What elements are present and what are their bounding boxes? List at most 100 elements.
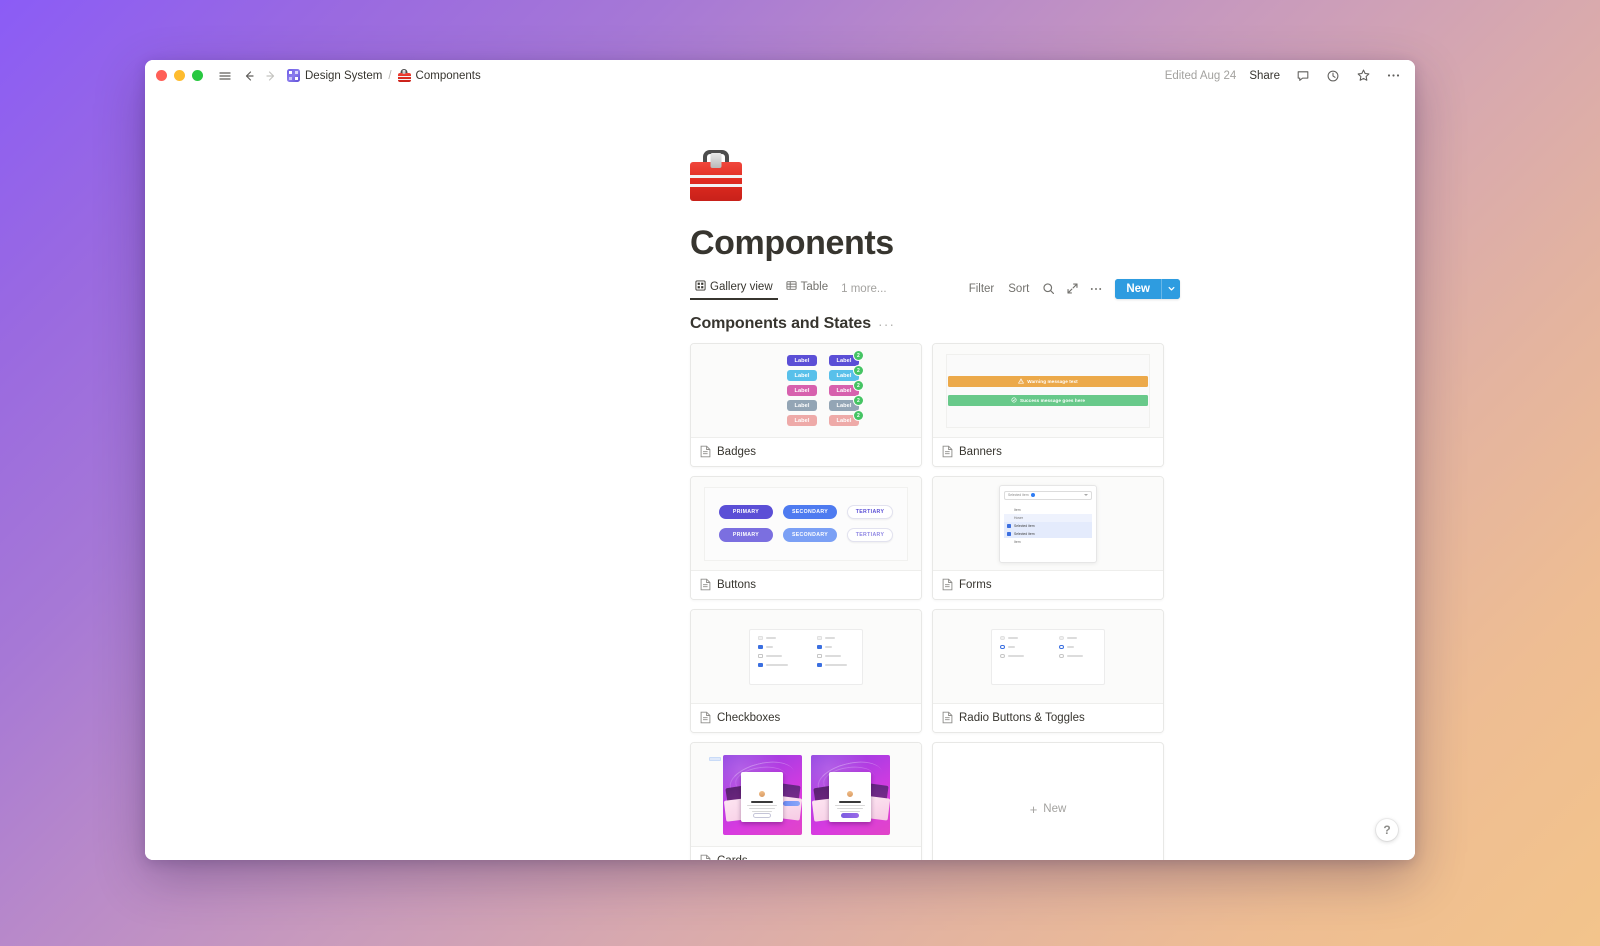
card-mockup-left: [722, 754, 802, 835]
filter-button[interactable]: Filter: [964, 280, 1000, 298]
history-icon[interactable]: [1323, 66, 1343, 86]
warning-triangle-icon: [1018, 378, 1025, 384]
toggle-icon: [1059, 635, 1064, 640]
form-option-label: Hover: [1014, 515, 1024, 520]
checkboxes-artwork: [749, 628, 863, 685]
badge-count-dot: 2: [854, 351, 863, 360]
badge-chip-with-count: Label 2: [829, 381, 863, 396]
banners-artwork: Warning message text Success message goe…: [946, 353, 1150, 428]
page-icon[interactable]: [690, 149, 1180, 201]
checkbox-icon: [758, 635, 763, 640]
form-option: Item: [1004, 506, 1092, 514]
new-button-group: New: [1115, 278, 1180, 299]
group-title[interactable]: Components and States: [690, 315, 871, 333]
more-icon[interactable]: [1086, 279, 1106, 299]
group-header: Components and States ···: [690, 315, 1180, 333]
cards-tag: [709, 756, 721, 761]
gallery-card-forms[interactable]: Selected item Item Hover Selected item S…: [932, 476, 1164, 600]
toggle-on-icon: [1059, 644, 1064, 649]
breadcrumb-item-page[interactable]: Components: [397, 69, 481, 82]
toggle-row: [1059, 635, 1096, 640]
checkbox-row: [758, 662, 795, 667]
sort-button[interactable]: Sort: [1003, 280, 1034, 298]
checkbox-row: [817, 653, 854, 658]
view-actions: Filter Sort New: [964, 278, 1180, 299]
checkbox-checked-icon: [1007, 531, 1011, 536]
secondary-button-sample: SECONDARY: [783, 505, 837, 519]
badge-chip-with-count: Label 2: [829, 396, 863, 411]
page-icon: [700, 578, 711, 591]
breadcrumb: Design System / Components: [287, 69, 481, 82]
checkbox-row: [758, 635, 795, 640]
comment-icon[interactable]: [1293, 66, 1313, 86]
card-title: Checkboxes: [717, 711, 781, 724]
sidebar-menu-icon[interactable]: [215, 66, 235, 86]
help-button[interactable]: ?: [1376, 819, 1398, 841]
badge-chip-label: Label: [836, 417, 852, 424]
page-icon: [700, 711, 711, 724]
checkbox-placeholder: [1007, 540, 1011, 544]
page-title[interactable]: Components: [690, 223, 1180, 263]
primary-button-sample: PRIMARY: [719, 505, 773, 519]
group-menu-icon[interactable]: ···: [878, 317, 895, 331]
gallery-card-checkboxes[interactable]: Checkboxes: [690, 609, 922, 733]
radio-icon: [1000, 635, 1005, 640]
checkbox-checked-icon: [817, 662, 822, 667]
new-gallery-card-button[interactable]: + New: [932, 742, 1164, 860]
tab-table-view[interactable]: Table: [781, 277, 834, 300]
tertiary-button-sample: TERTIARY: [847, 505, 893, 519]
checkbox-column: [817, 635, 854, 678]
gallery-card-radio-buttons[interactable]: Radio Buttons & Toggles: [932, 609, 1164, 733]
checkbox-checked-icon: [758, 644, 763, 649]
gallery-card-cards[interactable]: Cards: [690, 742, 922, 860]
card-thumbnail: PRIMARY SECONDARY TERTIARY PRIMARY SECON…: [691, 477, 921, 571]
checkbox-checked-icon: [1007, 523, 1011, 528]
checkbox-row: [817, 635, 854, 640]
page-scroll-area[interactable]: Components Gallery view Table 1 more... …: [145, 91, 1415, 860]
checkbox-placeholder: [1007, 508, 1011, 512]
form-select-label: Selected item: [1008, 493, 1029, 497]
search-icon[interactable]: [1038, 279, 1058, 299]
card-thumbnail: [691, 610, 921, 704]
minimize-window-button[interactable]: [174, 70, 185, 81]
expand-icon[interactable]: [1062, 279, 1082, 299]
badge-chip-label: Label: [836, 387, 852, 394]
zoom-window-button[interactable]: [192, 70, 203, 81]
favorite-star-icon[interactable]: [1353, 66, 1373, 86]
breadcrumb-item-workspace[interactable]: Design System: [287, 69, 382, 82]
tab-gallery-view[interactable]: Gallery view: [690, 277, 778, 300]
window-titlebar: Design System / Components Edited Aug 24…: [145, 60, 1415, 91]
radio-row: [1000, 644, 1037, 649]
more-options-icon[interactable]: [1383, 66, 1403, 86]
page-icon: [700, 445, 711, 458]
badge-chip: Label: [787, 385, 817, 396]
share-button[interactable]: Share: [1246, 68, 1283, 84]
gallery-card-badges[interactable]: Label Label 2 Label Label 2 Label Label …: [690, 343, 922, 467]
form-option-label: Selected item: [1014, 531, 1035, 536]
close-window-button[interactable]: [156, 70, 167, 81]
more-views-button[interactable]: 1 more...: [836, 280, 891, 298]
form-option-label: Selected item: [1014, 523, 1035, 528]
badge-chip-with-count: Label 2: [829, 411, 863, 426]
checkbox-icon: [817, 653, 822, 658]
badges-artwork: Label Label 2 Label Label 2 Label Label …: [787, 351, 863, 426]
radio-row: [1000, 653, 1037, 658]
chevron-down-icon[interactable]: [1161, 278, 1180, 299]
radio-selected-icon: [1000, 644, 1005, 649]
database-view-bar: Gallery view Table 1 more... Filter Sort…: [690, 275, 1180, 302]
gallery-grid: Label Label 2 Label Label 2 Label Label …: [690, 343, 1180, 860]
toggle-row: [1059, 644, 1096, 649]
checkbox-placeholder: [1007, 516, 1011, 520]
form-option-selected: Selected item: [1004, 521, 1092, 530]
new-button[interactable]: New: [1115, 278, 1161, 299]
gallery-card-buttons[interactable]: PRIMARY SECONDARY TERTIARY PRIMARY SECON…: [690, 476, 922, 600]
back-arrow-icon[interactable]: [239, 66, 259, 86]
badge-chip-label: Label: [836, 402, 852, 409]
gallery-card-banners[interactable]: Warning message text Success message goe…: [932, 343, 1164, 467]
forward-arrow-icon[interactable]: [261, 66, 281, 86]
checkbox-row: [758, 653, 795, 658]
page-icon: [942, 445, 953, 458]
info-icon: [1030, 492, 1036, 498]
form-option-label: Item: [1014, 507, 1021, 512]
toggle-row: [1059, 653, 1096, 658]
